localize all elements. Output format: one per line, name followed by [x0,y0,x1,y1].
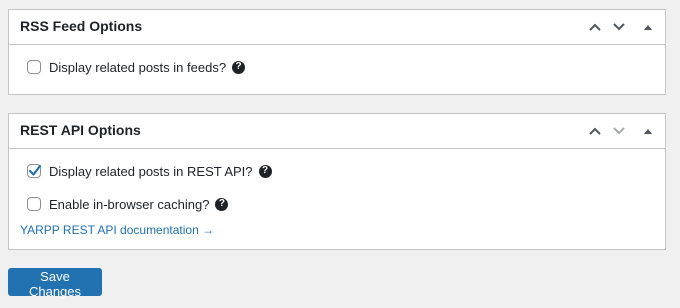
help-icon[interactable]: ? [232,60,246,74]
move-up-button[interactable] [583,114,607,148]
chevron-up-icon [589,127,601,135]
enable-caching-checkbox[interactable] [27,197,41,211]
chevron-down-icon [613,127,625,135]
option-row: Display related posts in feeds? ? [27,58,246,76]
postbox-header: RSS Feed Options [9,10,665,45]
display-in-rest-api-checkbox[interactable] [27,164,42,178]
save-changes-button[interactable]: Save Changes [8,268,102,299]
chevron-down-icon [613,23,625,31]
display-in-feeds-checkbox[interactable] [27,60,41,74]
toggle-panel-button[interactable] [631,10,665,44]
chevron-up-icon [589,23,601,31]
rss-feed-options-box: RSS Feed Options Display related posts i… [8,9,666,95]
help-icon[interactable]: ? [215,197,229,211]
postbox-header: REST API Options [9,114,665,149]
help-icon[interactable]: ? [258,164,272,178]
option-label[interactable]: Display related posts in REST API? [49,164,253,179]
postbox-title: REST API Options [20,122,141,138]
option-row: Display related posts in REST API? ? [27,162,272,180]
option-label[interactable]: Enable in-browser caching? [49,197,209,212]
toggle-panel-button[interactable] [631,114,665,148]
triangle-up-icon [644,129,652,134]
move-down-button[interactable] [607,114,631,148]
rest-api-options-box: REST API Options Display related posts i… [8,113,666,250]
option-row: Enable in-browser caching? ? [27,195,229,213]
checkmark-icon [28,164,42,176]
move-down-button[interactable] [607,10,631,44]
move-up-button[interactable] [583,10,607,44]
option-label[interactable]: Display related posts in feeds? [49,60,226,75]
handle-actions [583,10,665,44]
handle-actions [583,114,665,148]
triangle-up-icon [644,25,652,30]
rest-api-documentation-link[interactable]: YARPP REST API documentation → [20,223,214,237]
postbox-title: RSS Feed Options [20,18,143,34]
